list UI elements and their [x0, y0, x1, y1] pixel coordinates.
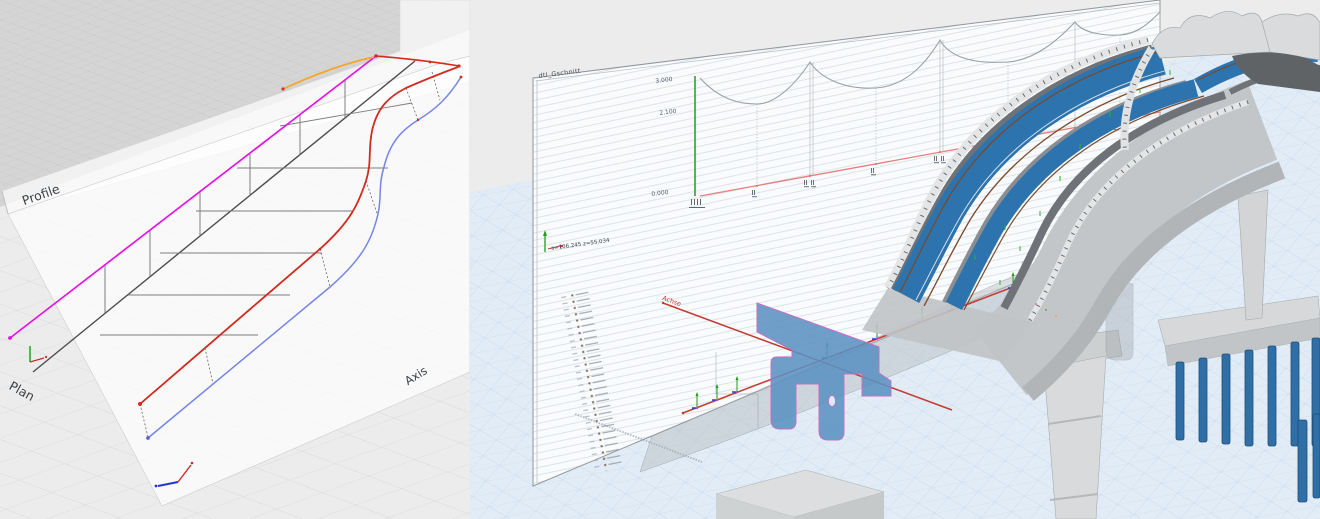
cross-section-hole	[829, 396, 836, 407]
bridge-3d-canvas	[470, 0, 1320, 519]
alignment-3d-canvas	[0, 0, 470, 519]
cad-application-screenshot: Profile Plan Axis	[0, 0, 1320, 519]
viewport-bridge-model-3d[interactable]: dtl_Gschnitt 3.000 2.100 0.000 s=106.245…	[470, 0, 1320, 519]
viewport-alignment-3d[interactable]: Profile Plan Axis	[0, 0, 470, 519]
